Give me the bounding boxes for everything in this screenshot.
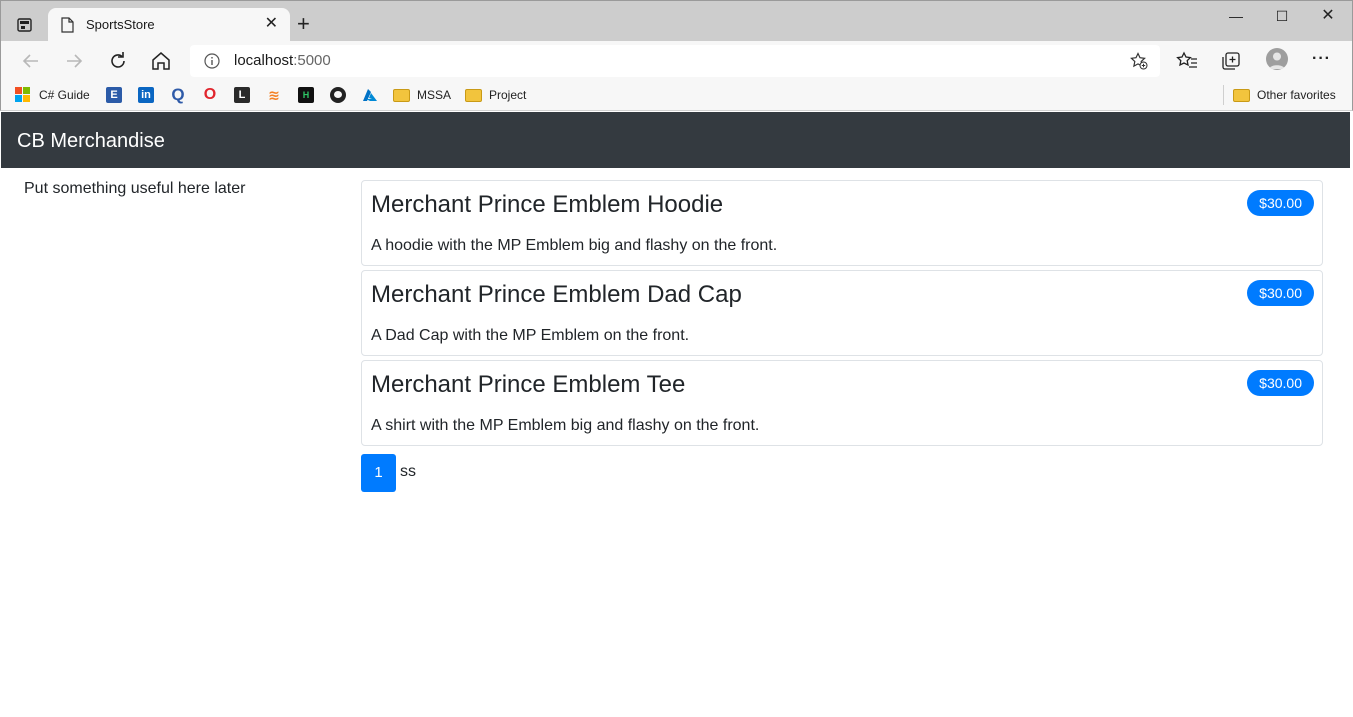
address-port: :5000 [293, 52, 331, 69]
opera-icon: O [203, 86, 217, 103]
bookmark-label: Other favorites [1257, 88, 1336, 102]
home-icon[interactable] [149, 49, 173, 73]
add-favorite-icon[interactable] [1130, 52, 1148, 70]
back-icon[interactable] [19, 49, 43, 73]
hackerrank-icon: H [298, 87, 314, 103]
forward-icon[interactable] [62, 49, 86, 73]
tab-strip: SportsStore ✕ + — ☐ ✕ [0, 0, 1353, 42]
more-menu-icon[interactable]: ··· [1312, 50, 1334, 72]
folder-icon [465, 88, 482, 102]
bookmarks-separator [1223, 85, 1224, 105]
favorites-icon[interactable] [1176, 50, 1198, 72]
bookmark-csharp-guide[interactable]: C# Guide [15, 85, 90, 105]
close-tab-icon[interactable]: ✕ [265, 16, 278, 32]
price-badge: $30.00 [1247, 370, 1314, 396]
bookmark-label: Project [489, 88, 527, 102]
product-card: Merchant Prince Emblem Tee $30.00 A shir… [361, 360, 1323, 446]
pagination-text: ss [400, 463, 416, 480]
bookmark-e[interactable]: E [106, 85, 129, 105]
address-bar[interactable]: localhost:5000 [190, 45, 1160, 77]
bookmarks-bar: C# Guide E in Q O L ≋ H MSSA Project Oth… [0, 81, 1353, 111]
browser-toolbar: localhost:5000 ··· [0, 41, 1353, 81]
bookmark-stackoverflow[interactable]: ≋ [266, 85, 289, 105]
product-description: A hoodie with the MP Emblem big and flas… [371, 237, 778, 254]
folder-icon [393, 88, 410, 102]
maximize-icon[interactable]: ☐ [1259, 9, 1305, 33]
sidebar-text: Put something useful here later [24, 180, 246, 197]
product-name: Merchant Prince Emblem Hoodie [371, 191, 724, 218]
linkedin-icon: in [138, 87, 154, 103]
bookmark-hackerrank[interactable]: H [298, 85, 321, 105]
web-page: CB Merchandise Put something useful here… [1, 112, 1350, 717]
bookmark-opera[interactable]: O [202, 85, 225, 105]
address-host: localhost [234, 52, 294, 69]
product-card: Merchant Prince Emblem Hoodie $30.00 A h… [361, 180, 1323, 266]
folder-icon [1233, 88, 1250, 102]
q-icon: Q [171, 85, 185, 104]
address-text: localhost:5000 [234, 52, 331, 69]
product-name: Merchant Prince Emblem Dad Cap [371, 281, 742, 308]
e-icon: E [106, 87, 122, 103]
refresh-icon[interactable] [106, 49, 130, 73]
collections-icon[interactable] [1220, 50, 1242, 72]
bookmark-azure[interactable] [362, 85, 378, 105]
new-tab-icon[interactable]: + [297, 13, 310, 35]
minimize-icon[interactable]: — [1213, 9, 1259, 33]
bookmark-q[interactable]: Q [170, 85, 193, 105]
page-button-1[interactable]: 1 [361, 454, 396, 492]
profile-avatar[interactable] [1266, 48, 1288, 70]
close-window-icon[interactable]: ✕ [1305, 8, 1351, 33]
product-name: Merchant Prince Emblem Tee [371, 371, 686, 398]
microsoft-icon [15, 87, 31, 103]
bookmark-folder-mssa[interactable]: MSSA [393, 85, 451, 105]
browser-tab[interactable]: SportsStore ✕ [48, 8, 290, 42]
bookmark-label: MSSA [417, 88, 452, 102]
stackoverflow-icon: ≋ [268, 87, 280, 103]
page-icon [60, 17, 74, 33]
bookmark-linkedin[interactable]: in [138, 85, 161, 105]
tab-actions-icon[interactable] [15, 15, 35, 35]
info-icon[interactable] [204, 53, 220, 69]
navbar: CB Merchandise [1, 112, 1350, 168]
price-badge: $30.00 [1247, 280, 1314, 306]
price-badge: $30.00 [1247, 190, 1314, 216]
product-card: Merchant Prince Emblem Dad Cap $30.00 A … [361, 270, 1323, 356]
github-icon [330, 87, 346, 103]
l-icon: L [234, 87, 250, 103]
bookmark-l[interactable]: L [234, 85, 257, 105]
site-brand[interactable]: CB Merchandise [17, 129, 165, 153]
bookmark-github[interactable] [330, 85, 346, 105]
bookmark-folder-project[interactable]: Project [465, 85, 526, 105]
tab-title: SportsStore [86, 17, 155, 32]
bookmark-other-favorites[interactable]: Other favorites [1233, 85, 1336, 105]
product-description: A shirt with the MP Emblem big and flash… [371, 417, 760, 434]
bookmark-label: C# Guide [39, 88, 90, 102]
product-description: A Dad Cap with the MP Emblem on the fron… [371, 327, 690, 344]
azure-icon [363, 89, 377, 101]
